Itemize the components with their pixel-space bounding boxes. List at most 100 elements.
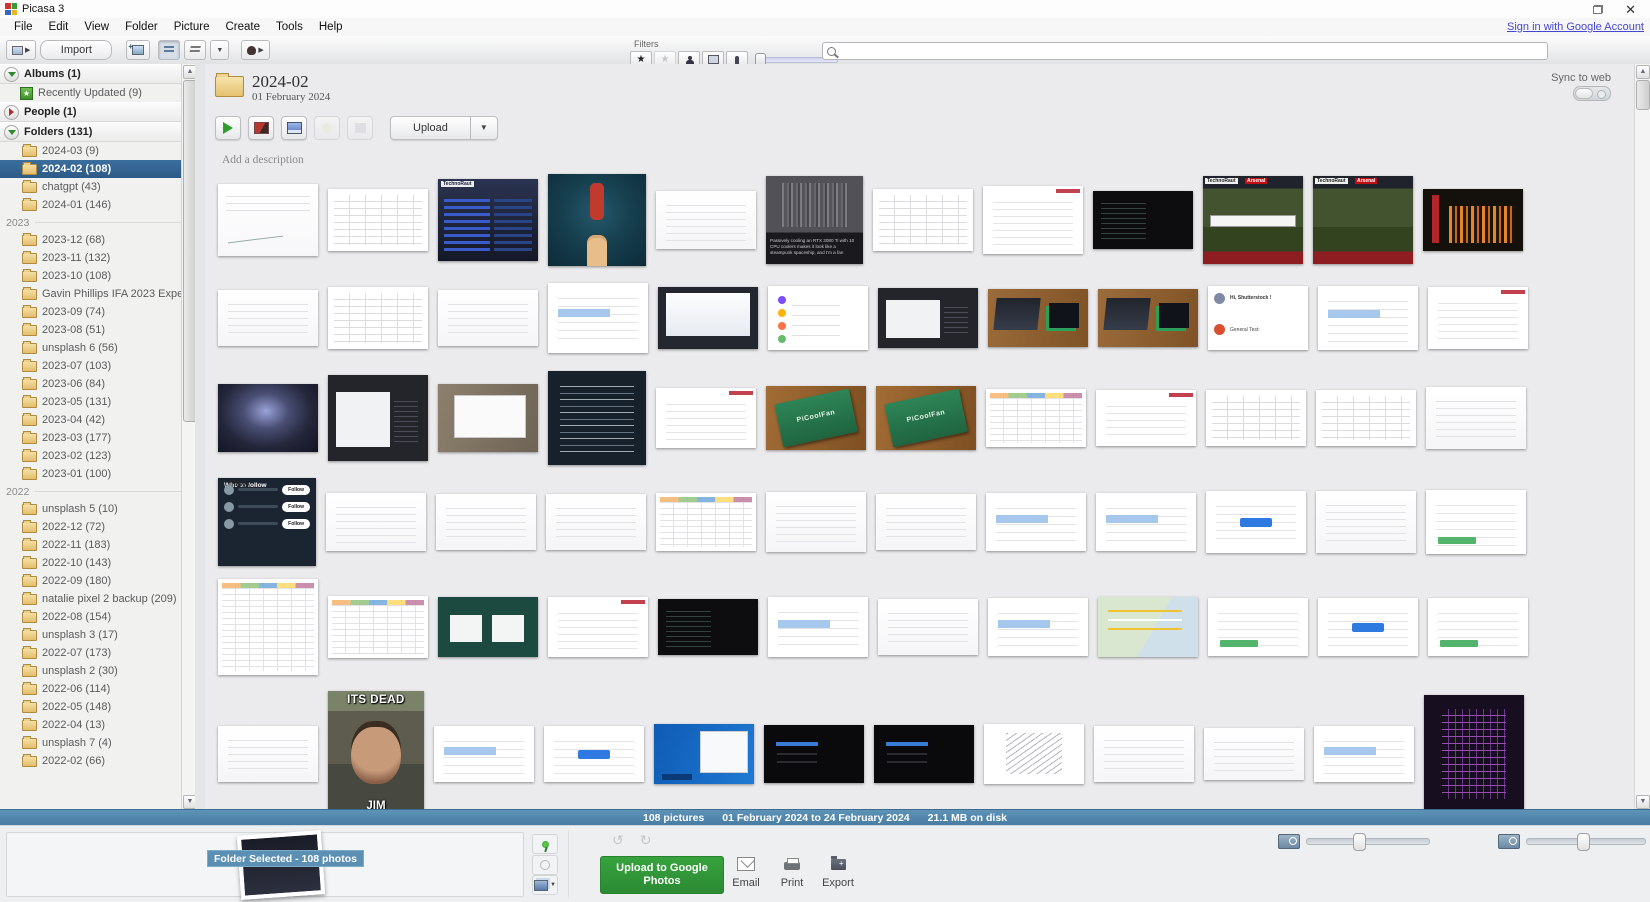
- photo-thumbnail[interactable]: [544, 726, 644, 782]
- search-box[interactable]: [822, 42, 1548, 60]
- sidebar-folder-item[interactable]: 2024-03 (9): [0, 142, 195, 160]
- tree-view-button[interactable]: [184, 40, 206, 60]
- photo-thumbnail[interactable]: [768, 286, 868, 350]
- sidebar-folder-item[interactable]: 2023-11 (132): [0, 249, 195, 267]
- sidebar-folder-item[interactable]: unsplash 5 (10): [0, 500, 195, 518]
- zoom-slider-thumb[interactable]: [1353, 833, 1366, 851]
- photo-thumbnail[interactable]: [438, 384, 538, 452]
- photo-thumbnail[interactable]: [983, 186, 1083, 254]
- photo-thumbnail[interactable]: [873, 189, 973, 251]
- photo-thumbnail[interactable]: [1096, 390, 1196, 446]
- sidebar-folder-item[interactable]: 2022-07 (173): [0, 644, 195, 662]
- photo-thumbnail[interactable]: PiCoolFan: [876, 386, 976, 450]
- collapse-folders-button[interactable]: [4, 125, 19, 140]
- photo-thumbnail[interactable]: PiCoolFan: [766, 386, 866, 450]
- photo-thumbnail[interactable]: [1093, 191, 1193, 249]
- photo-thumbnail[interactable]: [1318, 598, 1418, 656]
- email-action[interactable]: Email: [724, 854, 768, 889]
- export-action[interactable]: Export: [816, 854, 860, 889]
- sidebar-folder-item[interactable]: 2023-02 (123): [0, 447, 195, 465]
- menu-file[interactable]: File: [6, 19, 41, 35]
- scroll-up-icon[interactable]: ▲: [1636, 65, 1650, 79]
- photo-thumbnail[interactable]: [1316, 491, 1416, 553]
- photo-thumbnail[interactable]: [986, 493, 1086, 551]
- photo-thumbnail[interactable]: Passively cooling an RTX 3080 Ti with 10…: [766, 176, 863, 264]
- play-slideshow-button[interactable]: [215, 116, 241, 140]
- sidebar-folder-item[interactable]: 2022-02 (66): [0, 752, 195, 770]
- sidebar-section-albums[interactable]: Albums (1): [0, 64, 195, 84]
- flat-view-button[interactable]: [158, 40, 180, 60]
- photo-thumbnail[interactable]: [1096, 493, 1196, 551]
- photo-thumbnail[interactable]: [218, 579, 318, 675]
- sidebar-folder-item[interactable]: 2023-12 (68): [0, 231, 195, 249]
- photo-thumbnail[interactable]: [218, 726, 318, 782]
- photo-thumbnail[interactable]: [1206, 491, 1306, 553]
- photo-thumbnail[interactable]: [1316, 390, 1416, 446]
- sidebar-folder-item[interactable]: Gavin Phillips IFA 2023 Expen: [0, 285, 195, 303]
- photo-thumbnail[interactable]: [658, 599, 758, 655]
- sidebar-section-folders[interactable]: Folders (131): [0, 122, 195, 142]
- photo-thumbnail[interactable]: [1428, 287, 1528, 349]
- sidebar-folder-item[interactable]: chatgpt (43): [0, 178, 195, 196]
- import-button[interactable]: Import: [40, 40, 112, 60]
- photo-thumbnail[interactable]: [1098, 597, 1198, 657]
- photo-thumbnail[interactable]: Hi, Shutterstock !General Test:: [1208, 286, 1308, 350]
- photo-thumbnail[interactable]: [548, 174, 646, 266]
- photo-thumbnail[interactable]: [1094, 726, 1194, 782]
- photo-thumbnail[interactable]: [878, 288, 978, 348]
- photo-thumbnail[interactable]: [326, 493, 426, 551]
- sidebar-folder-item[interactable]: 2023-08 (51): [0, 321, 195, 339]
- photo-thumbnail[interactable]: [986, 389, 1086, 447]
- photo-thumbnail[interactable]: [768, 597, 868, 657]
- clear-tray-button[interactable]: [532, 855, 558, 875]
- upload-dropdown-button[interactable]: ▼: [471, 116, 498, 140]
- photo-thumbnail[interactable]: [438, 290, 538, 346]
- zoom-slider-thumb[interactable]: [1577, 833, 1590, 851]
- main-scrollbar[interactable]: ▲ ▼: [1634, 64, 1650, 810]
- secondary-zoom-slider[interactable]: [1526, 838, 1646, 845]
- photo-thumbnail[interactable]: [1208, 598, 1308, 656]
- photo-thumbnail[interactable]: [218, 384, 318, 452]
- sidebar-folder-item[interactable]: 2023-09 (74): [0, 303, 195, 321]
- print-action[interactable]: Print: [770, 854, 814, 889]
- photo-thumbnail[interactable]: [1424, 695, 1524, 810]
- photo-thumbnail[interactable]: Who to followFollowFollowFollowFollow: [218, 478, 316, 566]
- hold-in-tray-button[interactable]: [532, 834, 558, 854]
- main-scroll-thumb[interactable]: [1636, 80, 1650, 110]
- sidebar-folder-item[interactable]: unsplash 2 (30): [0, 662, 195, 680]
- sync-to-web-toggle[interactable]: [1573, 86, 1611, 101]
- sidebar-folder-item[interactable]: 2022-04 (13): [0, 716, 195, 734]
- photo-thumbnail[interactable]: [654, 724, 754, 784]
- create-collage-button[interactable]: [248, 116, 274, 140]
- library-view-button[interactable]: ▶: [6, 40, 36, 60]
- photo-thumbnail[interactable]: ITS DEADJIM: [328, 691, 424, 810]
- photo-thumbnail[interactable]: [1428, 598, 1528, 656]
- photo-thumbnail[interactable]: [1318, 286, 1418, 350]
- menu-help[interactable]: Help: [311, 19, 351, 35]
- menu-create[interactable]: Create: [217, 19, 268, 35]
- sidebar-folder-item[interactable]: 2022-11 (183): [0, 536, 195, 554]
- sidebar-folder-item[interactable]: 2024-01 (146): [0, 196, 195, 214]
- sidebar-folder-item[interactable]: 2022-08 (154): [0, 608, 195, 626]
- photo-thumbnail[interactable]: [656, 191, 756, 249]
- sidebar-folder-item[interactable]: unsplash 7 (4): [0, 734, 195, 752]
- sidebar-item-recently-updated[interactable]: ★ Recently Updated (9): [0, 84, 195, 102]
- photo-thumbnail[interactable]: [656, 388, 756, 448]
- sidebar-folder-item[interactable]: 2023-06 (84): [0, 375, 195, 393]
- photo-thumbnail[interactable]: [436, 494, 536, 550]
- menu-edit[interactable]: Edit: [41, 19, 77, 35]
- photo-thumbnail[interactable]: [218, 184, 318, 256]
- sidebar-scrollbar[interactable]: ▲ ▼: [181, 64, 196, 810]
- photo-thumbnail[interactable]: TechnoRautArsenal: [1313, 176, 1413, 264]
- search-input[interactable]: [840, 44, 1547, 58]
- photo-thumbnail[interactable]: [434, 726, 534, 782]
- restore-window-button[interactable]: [1593, 5, 1603, 14]
- photo-thumbnail[interactable]: [766, 492, 866, 552]
- photo-thumbnail[interactable]: [548, 283, 648, 353]
- photo-thumbnail[interactable]: [656, 493, 756, 551]
- scroll-down-icon[interactable]: ▼: [1636, 795, 1650, 809]
- photo-thumbnail[interactable]: [1098, 289, 1198, 347]
- photo-thumbnail[interactable]: [1423, 189, 1523, 251]
- signin-google-link[interactable]: Sign in with Google Account: [1507, 21, 1644, 33]
- sidebar-section-people[interactable]: People (1): [0, 102, 195, 122]
